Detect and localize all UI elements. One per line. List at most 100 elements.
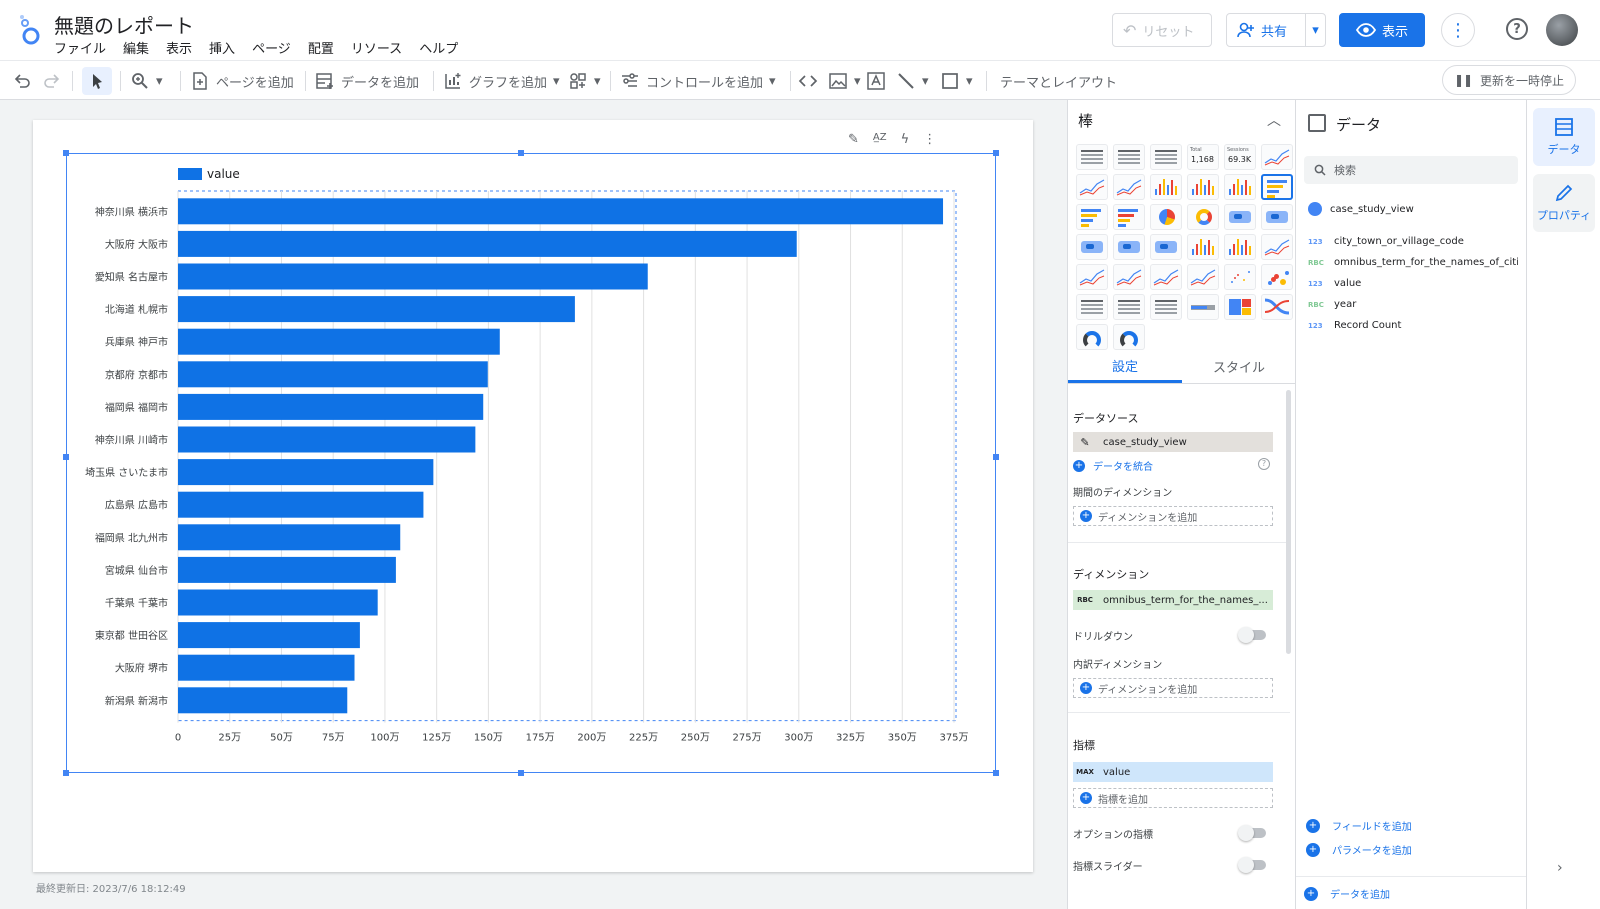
reset-button[interactable]: ↶ リセット	[1112, 13, 1212, 47]
area-chart-type-icon[interactable]	[1076, 264, 1108, 290]
line-icon[interactable]: ▾	[896, 67, 929, 95]
pie-chart-type-icon[interactable]	[1150, 204, 1182, 230]
share-button[interactable]: 共有 ▾	[1226, 13, 1326, 47]
zoom-icon[interactable]: ▾	[130, 67, 163, 95]
area-chart-type-icon[interactable]	[1187, 264, 1219, 290]
scatter-chart-type-icon[interactable]	[1224, 264, 1256, 290]
tab-style[interactable]: スタイル	[1182, 350, 1296, 383]
line-chart-type-icon[interactable]	[1076, 174, 1108, 200]
theme-layout-button[interactable]: テーマとレイアウト	[1000, 67, 1117, 95]
table-chart-type-icon[interactable]	[1076, 144, 1108, 170]
text-box-icon[interactable]	[866, 67, 886, 95]
bubble-chart-type-icon[interactable]	[1261, 264, 1293, 290]
scorecard-sessions-chart-type-icon[interactable]: Sessions 69.3K	[1224, 144, 1256, 170]
table-chart-type-icon[interactable]	[1150, 144, 1182, 170]
scorecard-total-chart-type-icon[interactable]: Total 1,168	[1187, 144, 1219, 170]
table-chart-type-icon[interactable]	[1113, 144, 1145, 170]
blend-data-link[interactable]: + データを統合	[1073, 458, 1153, 473]
optional-metrics-toggle[interactable]	[1238, 825, 1266, 841]
geomap-chart-type-icon[interactable]	[1261, 204, 1293, 230]
add-control-button[interactable]: コントロールを追加 ▾	[620, 67, 776, 95]
drilldown-toggle[interactable]	[1238, 627, 1266, 643]
metric-slider-toggle[interactable]	[1238, 857, 1266, 873]
treemap-chart-type-icon[interactable]	[1224, 294, 1256, 320]
add-data-link[interactable]: + データを追加	[1304, 886, 1390, 901]
field-item[interactable]: 123 Record Count	[1308, 320, 1518, 331]
dimension-chip[interactable]: RBC omnibus_term_for_the_names_...	[1073, 590, 1273, 610]
expand-chevron-right-icon[interactable]: ›	[1557, 860, 1563, 876]
add-breakdown-dimension-box[interactable]: + ディメンションを追加	[1073, 678, 1273, 698]
metric-chip[interactable]: MAX value	[1073, 762, 1273, 782]
menu-page[interactable]: ページ	[252, 38, 291, 57]
map-chart-type-icon[interactable]	[1113, 234, 1145, 260]
collapse-chevron-up-icon[interactable]: ︿	[1267, 110, 1281, 130]
rail-properties-button[interactable]: プロパティ	[1533, 174, 1595, 232]
menu-insert[interactable]: 挿入	[209, 38, 235, 57]
stackbar-chart-type-icon[interactable]	[1113, 204, 1145, 230]
shape-rectangle-icon[interactable]: ▾	[940, 67, 973, 95]
share-dropdown-icon[interactable]: ▾	[1305, 14, 1325, 46]
add-chart-button[interactable]: グラフを追加 ▾	[443, 67, 560, 95]
embed-code-icon[interactable]	[798, 67, 818, 95]
area-chart-type-icon[interactable]	[1113, 264, 1145, 290]
field-item[interactable]: RBC year	[1308, 299, 1518, 310]
column-chart-type-icon[interactable]	[1150, 174, 1182, 200]
field-item[interactable]: 123 city_town_or_village_code	[1308, 236, 1518, 247]
zoom-dropdown-icon[interactable]: ▾	[156, 74, 163, 89]
menu-help[interactable]: ヘルプ	[419, 38, 458, 57]
select-pointer-icon[interactable]	[82, 67, 112, 95]
add-field-link[interactable]: + フィールドを追加	[1306, 818, 1412, 833]
avatar[interactable]	[1546, 14, 1578, 46]
line-chart-type-icon[interactable]	[1261, 234, 1293, 260]
bullet-chart-type-icon[interactable]	[1187, 294, 1219, 320]
menu-resource[interactable]: リソース	[351, 38, 402, 57]
undo-icon[interactable]	[12, 67, 32, 95]
help-circle-icon[interactable]: ?	[1258, 458, 1270, 470]
column-chart-type-icon[interactable]	[1187, 234, 1219, 260]
view-button[interactable]: 表示	[1339, 13, 1425, 47]
geomap-chart-type-icon[interactable]	[1224, 204, 1256, 230]
pause-updates-button[interactable]: ❚❚ 更新を一時停止	[1442, 65, 1576, 95]
bar-chart[interactable]: 0 25万 50万 75万 100万 125万 150万 175万 200万 225万 250万 27…	[33, 120, 1033, 780]
help-icon[interactable]: ?	[1506, 18, 1528, 40]
edit-pencil-icon[interactable]: ✎	[1073, 432, 1097, 452]
data-source-item[interactable]: case_study_view	[1308, 202, 1414, 216]
tab-setup[interactable]: 設定	[1068, 350, 1182, 383]
line-chart-type-icon[interactable]	[1113, 174, 1145, 200]
report-page[interactable]: ✎ A̲Z ϟ ⋮ 0 25万 50万 75万 100万 125万 150万 175万 200万…	[33, 120, 1033, 872]
field-item[interactable]: RBC omnibus_term_for_the_names_of_citi..…	[1308, 257, 1518, 268]
bar-chart-type-icon[interactable]	[1261, 174, 1293, 200]
report-title[interactable]: 無題のレポート	[54, 10, 194, 39]
looker-studio-logo-icon[interactable]	[18, 14, 40, 46]
donut-chart-type-icon[interactable]	[1187, 204, 1219, 230]
sankey-chart-type-icon[interactable]	[1261, 294, 1293, 320]
column-chart-type-icon[interactable]	[1224, 234, 1256, 260]
pivot-chart-type-icon[interactable]	[1113, 294, 1145, 320]
column-chart-type-icon[interactable]	[1187, 174, 1219, 200]
pivot-chart-type-icon[interactable]	[1150, 294, 1182, 320]
line-chart-type-icon[interactable]	[1261, 144, 1293, 170]
image-icon[interactable]: ▾	[828, 67, 861, 95]
pivot-chart-type-icon[interactable]	[1076, 294, 1108, 320]
menu-file[interactable]: ファイル	[54, 38, 106, 57]
gauge-chart-type-icon[interactable]	[1076, 324, 1108, 350]
stack-chart-type-icon[interactable]	[1224, 174, 1256, 200]
gauge-chart-type-icon[interactable]	[1113, 324, 1145, 350]
add-parameter-link[interactable]: + パラメータを追加	[1306, 842, 1412, 857]
redo-icon[interactable]	[42, 67, 62, 95]
more-options-icon[interactable]: ⋮	[1441, 13, 1475, 47]
bar-chart-type-icon[interactable]	[1076, 204, 1108, 230]
add-page-button[interactable]: ページを追加	[190, 67, 294, 95]
menu-edit[interactable]: 編集	[123, 38, 149, 57]
search-input[interactable]: 検索	[1304, 156, 1518, 184]
aggregation-badge[interactable]: MAX	[1073, 762, 1097, 782]
rail-data-button[interactable]: データ	[1533, 108, 1595, 166]
data-source-chip[interactable]: ✎ case_study_view	[1073, 432, 1273, 452]
map-chart-type-icon[interactable]	[1076, 234, 1108, 260]
menu-arrange[interactable]: 配置	[308, 38, 334, 57]
community-viz-button[interactable]: ▾	[568, 67, 601, 95]
add-data-button[interactable]: データを追加	[315, 67, 419, 95]
map-chart-type-icon[interactable]	[1150, 234, 1182, 260]
area-chart-type-icon[interactable]	[1150, 264, 1182, 290]
field-item[interactable]: 123 value	[1308, 278, 1518, 289]
